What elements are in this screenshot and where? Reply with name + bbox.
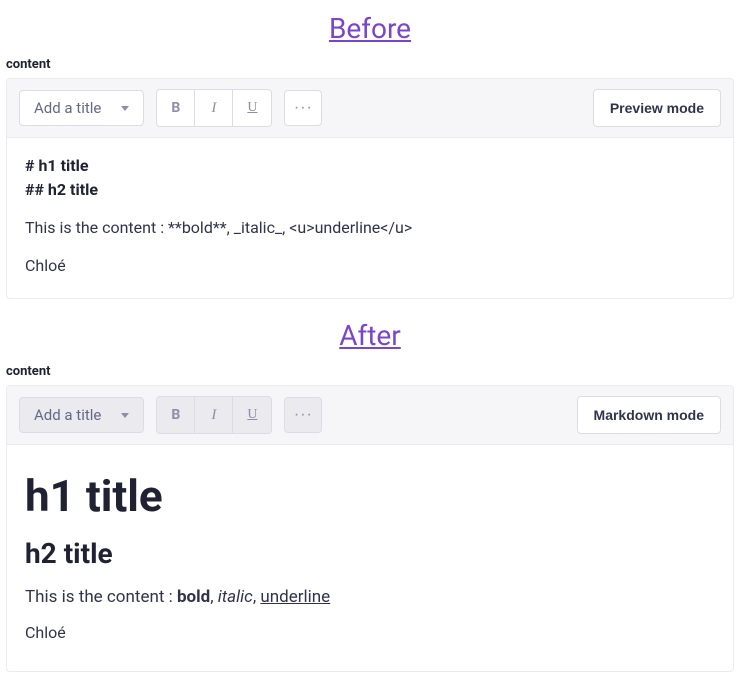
field-label-after: content: [0, 360, 740, 385]
italic-word: italic: [218, 587, 253, 607]
title-dropdown[interactable]: Add a title: [19, 397, 144, 433]
ellipsis-icon: ···: [294, 99, 313, 117]
italic-button[interactable]: I: [195, 90, 233, 126]
raw-name-line: Chloé: [25, 254, 715, 278]
field-label-before: content: [0, 53, 740, 78]
editor-body-before[interactable]: # h1 title ## h2 title This is the conte…: [7, 138, 733, 298]
bold-word: bold: [177, 587, 210, 607]
chevron-down-icon: [121, 106, 129, 111]
rendered-content-line: This is the content : bold, italic, unde…: [25, 585, 715, 611]
underline-button[interactable]: U: [233, 90, 271, 126]
rendered-name: Chloé: [25, 621, 715, 645]
before-heading: Before: [0, 12, 740, 45]
editor-before: Add a title B I U ··· Preview mode # h1 …: [6, 78, 734, 299]
format-button-group: B I U: [156, 89, 272, 127]
bold-button[interactable]: B: [157, 397, 195, 433]
bold-button[interactable]: B: [157, 90, 195, 126]
preview-mode-button[interactable]: Preview mode: [593, 89, 721, 127]
separator: ,: [210, 587, 218, 607]
toolbar-after: Add a title B I U ··· Markdown mode: [7, 386, 733, 445]
title-dropdown-label: Add a title: [34, 99, 101, 117]
underline-word: underline: [260, 587, 330, 607]
italic-button[interactable]: I: [195, 397, 233, 433]
ellipsis-icon: ···: [294, 406, 313, 424]
raw-content-line: This is the content : **bold**, _italic_…: [25, 216, 715, 240]
toolbar-before: Add a title B I U ··· Preview mode: [7, 79, 733, 138]
more-button[interactable]: ···: [284, 90, 322, 126]
title-dropdown-label: Add a title: [34, 406, 101, 424]
chevron-down-icon: [121, 413, 129, 418]
markdown-mode-button[interactable]: Markdown mode: [577, 396, 721, 434]
rendered-h1: h1 title: [25, 463, 715, 529]
after-heading: After: [0, 319, 740, 352]
underline-button[interactable]: U: [233, 397, 271, 433]
format-button-group: B I U: [156, 396, 272, 434]
more-button[interactable]: ···: [284, 397, 322, 433]
rendered-h2: h2 title: [25, 533, 715, 575]
content-prefix: This is the content :: [25, 587, 177, 607]
title-dropdown[interactable]: Add a title: [19, 90, 144, 126]
editor-body-after: h1 title h2 title This is the content : …: [7, 445, 733, 671]
editor-after: Add a title B I U ··· Markdown mode h1 t…: [6, 385, 734, 672]
raw-h2-line: ## h2 title: [25, 178, 715, 202]
raw-h1-line: # h1 title: [25, 154, 715, 178]
